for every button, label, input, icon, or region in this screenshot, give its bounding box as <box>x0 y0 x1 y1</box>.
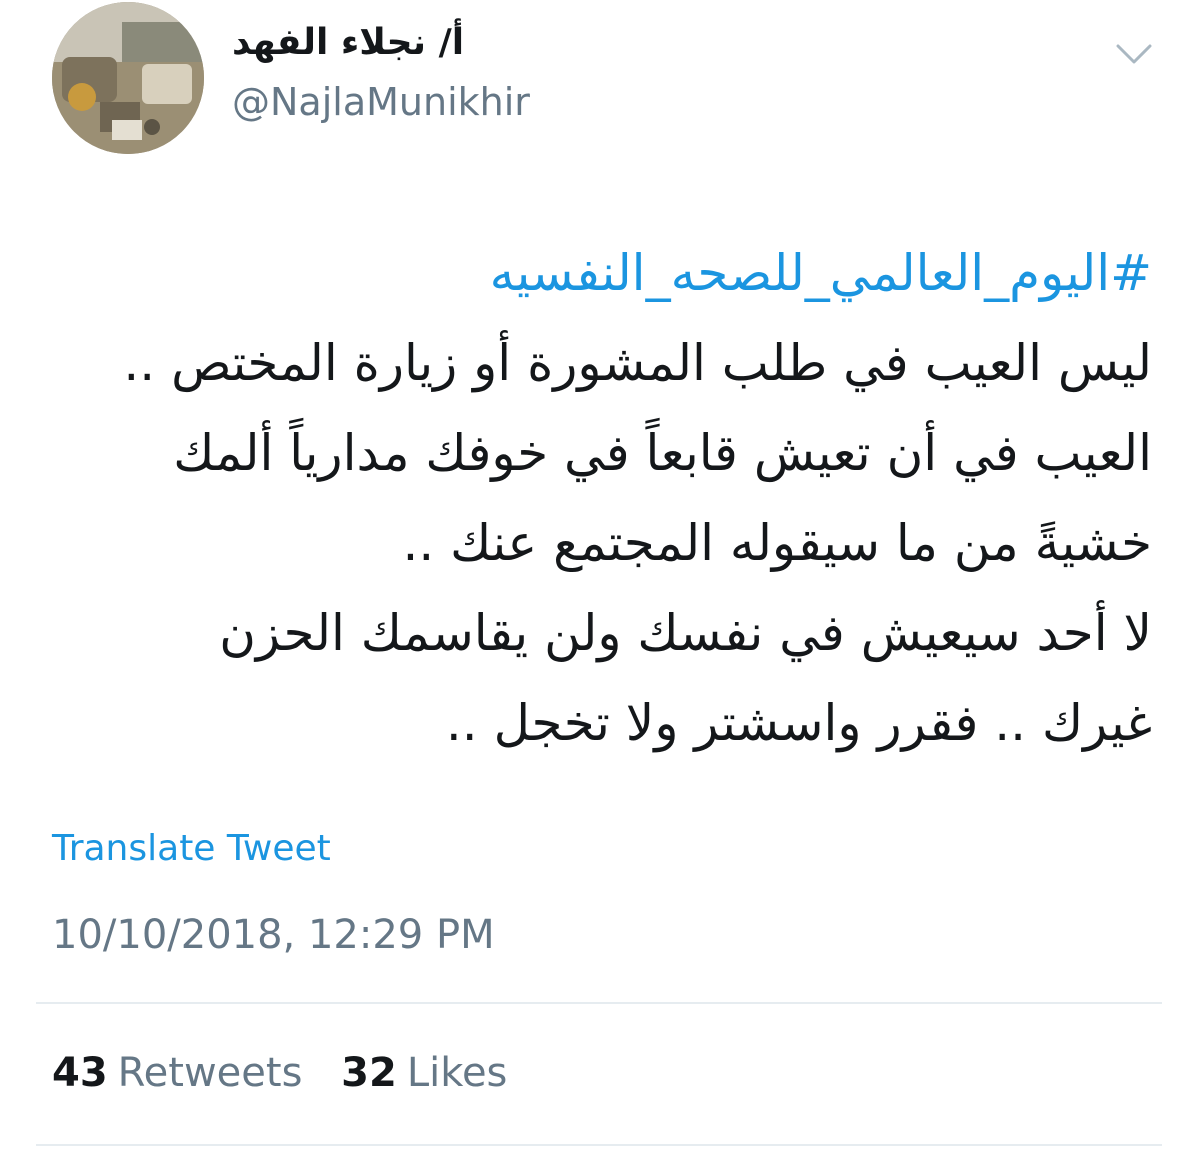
tweet-stats: 43 Retweets 32 Likes <box>52 1050 533 1096</box>
tweet-text-line: العيب في أن تعيش قابعاً في خوفك مدارياً … <box>173 424 1152 482</box>
chevron-down-icon[interactable] <box>1114 38 1154 70</box>
divider <box>36 1002 1162 1004</box>
tweet-text-line: لا أحد سيعيش في نفسك ولن يقاسمك الحزن <box>219 604 1152 662</box>
tweet-text-line: غيرك .. فقرر واسشتر ولا تخجل .. <box>445 694 1152 752</box>
tweet-card: أ/ نجلاء الفهد @NajlaMunikhir #اليوم_الع… <box>0 0 1200 1155</box>
divider <box>36 1144 1162 1146</box>
tweet-text-line: ليس العيب في طلب المشورة أو زيارة المختص… <box>123 334 1152 392</box>
likes-count: 32 <box>341 1050 397 1096</box>
avatar[interactable] <box>52 2 204 154</box>
retweets-stat[interactable]: 43 Retweets <box>52 1050 302 1096</box>
retweets-count: 43 <box>52 1050 108 1096</box>
retweets-label: Retweets <box>117 1050 303 1096</box>
hashtag-link[interactable]: #اليوم_العالمي_للصحه_النفسيه <box>52 228 1152 318</box>
avatar-image <box>52 2 204 154</box>
display-name[interactable]: أ/ نجلاء الفهد <box>232 22 464 63</box>
tweet-text-line: خشيةً من ما سيقوله المجتمع عنك .. <box>402 514 1152 572</box>
likes-label: Likes <box>406 1050 508 1096</box>
tweet-timestamp: 10/10/2018, 12:29 PM <box>52 912 495 958</box>
likes-stat[interactable]: 32 Likes <box>341 1050 507 1096</box>
translate-tweet-link[interactable]: Translate Tweet <box>52 828 331 869</box>
tweet-text: #اليوم_العالمي_للصحه_النفسيه ليس العيب ف… <box>52 228 1152 768</box>
user-handle[interactable]: @NajlaMunikhir <box>232 80 530 124</box>
